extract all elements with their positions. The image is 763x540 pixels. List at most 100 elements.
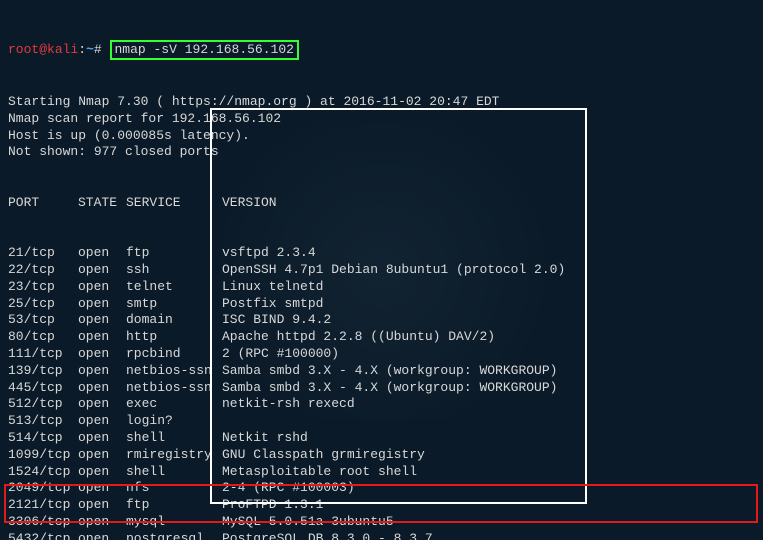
td-port: 5432/tcp: [8, 531, 78, 540]
table-row: 3306/tcpopenmysqlMySQL 5.0.51a-3ubuntu5: [8, 514, 755, 531]
table-row: 23/tcpopentelnetLinux telnetd: [8, 279, 755, 296]
th-service: SERVICE: [126, 195, 222, 212]
td-state: open: [78, 346, 126, 363]
th-port: PORT: [8, 195, 78, 212]
td-state: open: [78, 514, 126, 531]
td-port: 1099/tcp: [8, 447, 78, 464]
td-state: open: [78, 497, 126, 514]
td-version: Samba smbd 3.X - 4.X (workgroup: WORKGRO…: [222, 380, 557, 397]
td-state: open: [78, 430, 126, 447]
td-version: Metasploitable root shell: [222, 464, 417, 481]
td-version: Apache httpd 2.2.8 ((Ubuntu) DAV/2): [222, 329, 495, 346]
td-port: 3306/tcp: [8, 514, 78, 531]
td-version: ISC BIND 9.4.2: [222, 312, 331, 329]
td-version: vsftpd 2.3.4: [222, 245, 316, 262]
table-row: 1524/tcpopenshellMetasploitable root she…: [8, 464, 755, 481]
table-row: 2121/tcpopenftpProFTPD 1.3.1: [8, 497, 755, 514]
td-version: 2 (RPC #100000): [222, 346, 339, 363]
td-state: open: [78, 396, 126, 413]
table-row: 80/tcpopenhttpApache httpd 2.2.8 ((Ubunt…: [8, 329, 755, 346]
td-version: PostgreSQL DB 8.3.0 - 8.3.7: [222, 531, 433, 540]
td-version: Netkit rshd: [222, 430, 308, 447]
td-state: open: [78, 464, 126, 481]
td-service: rpcbind: [126, 346, 222, 363]
td-port: 513/tcp: [8, 413, 78, 430]
terminal-output: root@kali:~# nmap -sV 192.168.56.102 Sta…: [0, 0, 763, 540]
td-version: GNU Classpath grmiregistry: [222, 447, 425, 464]
intro-line: Host is up (0.000085s latency).: [8, 128, 755, 145]
td-service: smtp: [126, 296, 222, 313]
prompt-hash: #: [94, 42, 102, 57]
th-state: STATE: [78, 195, 126, 212]
td-service: exec: [126, 396, 222, 413]
td-port: 2049/tcp: [8, 480, 78, 497]
td-port: 445/tcp: [8, 380, 78, 397]
table-row: 2049/tcpopennfs2-4 (RPC #100003): [8, 480, 755, 497]
td-state: open: [78, 413, 126, 430]
td-state: open: [78, 531, 126, 540]
td-state: open: [78, 447, 126, 464]
td-port: 512/tcp: [8, 396, 78, 413]
td-version: Linux telnetd: [222, 279, 323, 296]
td-service: shell: [126, 430, 222, 447]
td-port: 1524/tcp: [8, 464, 78, 481]
table-row: 445/tcpopennetbios-ssnSamba smbd 3.X - 4…: [8, 380, 755, 397]
td-version: netkit-rsh rexecd: [222, 396, 355, 413]
td-state: open: [78, 262, 126, 279]
table-row: 512/tcpopenexecnetkit-rsh rexecd: [8, 396, 755, 413]
table-row: 1099/tcpopenrmiregistryGNU Classpath grm…: [8, 447, 755, 464]
td-service: telnet: [126, 279, 222, 296]
command-highlight-box: nmap -sV 192.168.56.102: [110, 40, 299, 61]
td-state: open: [78, 329, 126, 346]
td-service: shell: [126, 464, 222, 481]
table-row: 139/tcpopennetbios-ssnSamba smbd 3.X - 4…: [8, 363, 755, 380]
td-port: 514/tcp: [8, 430, 78, 447]
td-version: Postfix smtpd: [222, 296, 323, 313]
th-version: VERSION: [222, 195, 277, 212]
td-port: 139/tcp: [8, 363, 78, 380]
table-row: 53/tcpopendomainISC BIND 9.4.2: [8, 312, 755, 329]
intro-line: Not shown: 977 closed ports: [8, 144, 755, 161]
td-state: open: [78, 380, 126, 397]
td-service: postgresql: [126, 531, 222, 540]
prompt-at: @: [39, 42, 47, 57]
intro-line: Nmap scan report for 192.168.56.102: [8, 111, 755, 128]
td-service: ssh: [126, 262, 222, 279]
td-port: 21/tcp: [8, 245, 78, 262]
td-service: mysql: [126, 514, 222, 531]
td-state: open: [78, 312, 126, 329]
td-version: ProFTPD 1.3.1: [222, 497, 323, 514]
td-port: 53/tcp: [8, 312, 78, 329]
td-version: 2-4 (RPC #100003): [222, 480, 355, 497]
td-state: open: [78, 245, 126, 262]
td-service: netbios-ssn: [126, 380, 222, 397]
table-row: 111/tcpopenrpcbind2 (RPC #100000): [8, 346, 755, 363]
table-row: 513/tcpopenlogin?: [8, 413, 755, 430]
prompt-colon: :: [78, 42, 86, 57]
td-port: 2121/tcp: [8, 497, 78, 514]
td-service: http: [126, 329, 222, 346]
td-service: ftp: [126, 245, 222, 262]
command-text: nmap -sV 192.168.56.102: [115, 42, 294, 57]
td-port: 23/tcp: [8, 279, 78, 296]
table-row: 21/tcpopenftpvsftpd 2.3.4: [8, 245, 755, 262]
td-port: 111/tcp: [8, 346, 78, 363]
table-header: PORTSTATESERVICEVERSION: [8, 195, 755, 212]
prompt-line[interactable]: root@kali:~# nmap -sV 192.168.56.102: [8, 40, 755, 61]
td-state: open: [78, 279, 126, 296]
td-port: 80/tcp: [8, 329, 78, 346]
intro-line: Starting Nmap 7.30 ( https://nmap.org ) …: [8, 94, 755, 111]
prompt-user: root: [8, 42, 39, 57]
prompt-path: ~: [86, 42, 94, 57]
td-port: 25/tcp: [8, 296, 78, 313]
td-service: nfs: [126, 480, 222, 497]
td-service: ftp: [126, 497, 222, 514]
td-service: netbios-ssn: [126, 363, 222, 380]
td-version: Samba smbd 3.X - 4.X (workgroup: WORKGRO…: [222, 363, 557, 380]
td-service: domain: [126, 312, 222, 329]
td-service: login?: [126, 413, 222, 430]
table-row: 25/tcpopensmtpPostfix smtpd: [8, 296, 755, 313]
td-state: open: [78, 480, 126, 497]
table-row: 5432/tcpopenpostgresqlPostgreSQL DB 8.3.…: [8, 531, 755, 540]
table-row: 22/tcpopensshOpenSSH 4.7p1 Debian 8ubunt…: [8, 262, 755, 279]
